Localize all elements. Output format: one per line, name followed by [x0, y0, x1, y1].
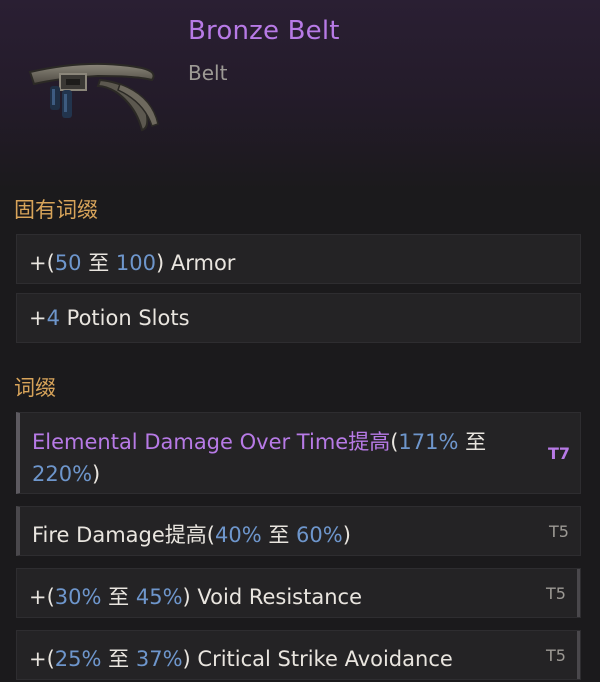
- affix-elemental-text: Elemental Damage Over Time提高(171% 至 220%): [32, 430, 487, 486]
- item-tooltip: Bronze Belt Belt 固有词缀 +(50 至 100) Armor …: [0, 0, 600, 682]
- implicit-potion-text: +4 Potion Slots: [29, 306, 190, 330]
- affix-void-row: +(30% 至 45%) Void Resistance T5: [16, 568, 581, 618]
- tier-badge: T7: [547, 443, 571, 463]
- implicit-armor-text: +(50 至 100) Armor: [29, 251, 236, 275]
- belt-icon: [28, 62, 159, 132]
- implicits-title: 固有词缀: [14, 198, 98, 222]
- implicit-potion-row: +4 Potion Slots: [16, 293, 581, 343]
- affix-fire-text: Fire Damage提高(40% 至 60%): [32, 523, 351, 547]
- implicit-armor-row: +(50 至 100) Armor: [16, 234, 581, 284]
- affix-void-text: +(30% 至 45%) Void Resistance: [29, 585, 362, 609]
- affixes-title: 词缀: [14, 376, 56, 400]
- affix-crit-text: +(25% 至 37%) Critical Strike Avoidance: [29, 647, 453, 671]
- tier-badge: T5: [535, 631, 580, 679]
- affix-crit-row: +(25% 至 37%) Critical Strike Avoidance T…: [16, 630, 581, 680]
- tier-badge: T5: [535, 569, 580, 617]
- affix-elemental-row: Elemental Damage Over Time提高(171% 至 220%)…: [16, 412, 581, 494]
- item-name: Bronze Belt: [188, 16, 340, 46]
- tier-badge: T5: [549, 521, 569, 541]
- item-type: Belt: [188, 61, 228, 85]
- affix-fire-row: Fire Damage提高(40% 至 60%) T5: [16, 506, 581, 556]
